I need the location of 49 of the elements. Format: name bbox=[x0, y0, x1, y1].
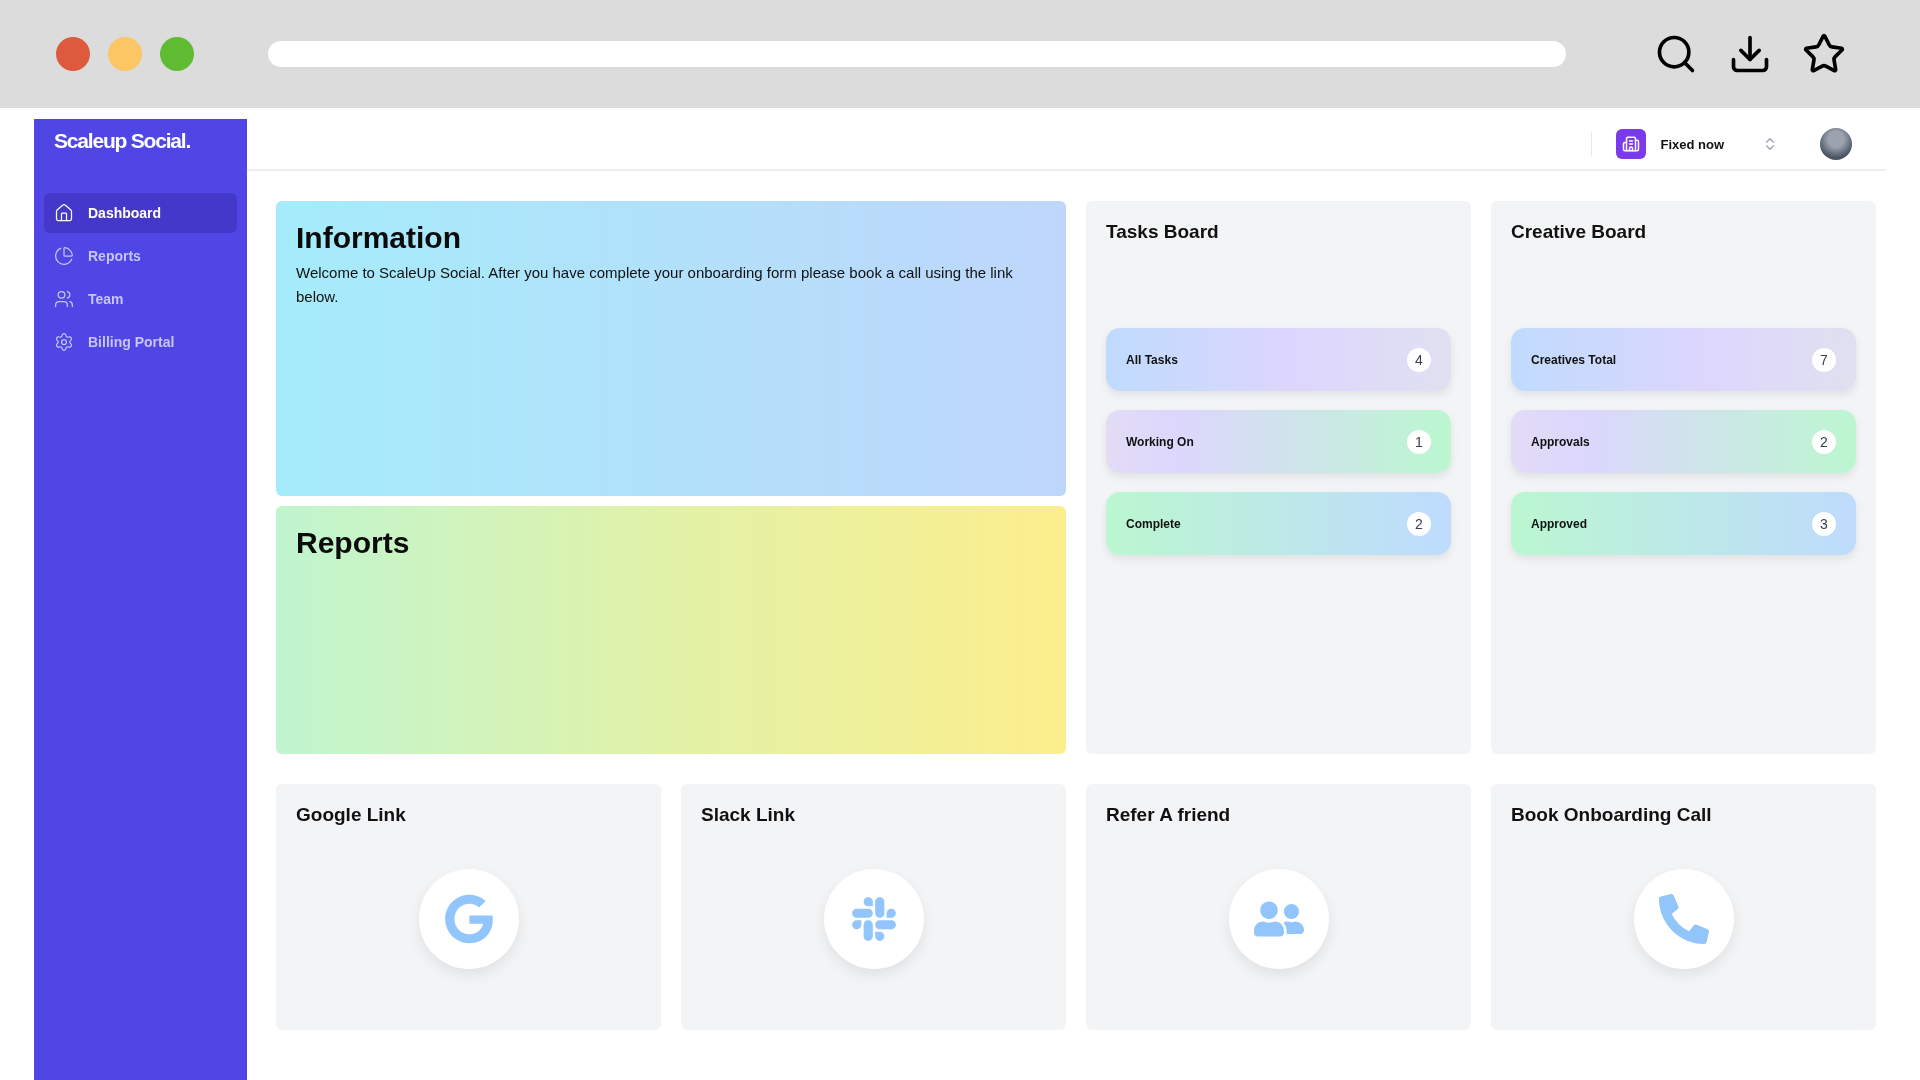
count-badge: 3 bbox=[1812, 511, 1836, 536]
address-bar[interactable] bbox=[268, 41, 1566, 67]
board-row[interactable]: Creatives Total 7 bbox=[1511, 328, 1856, 391]
card-title: Slack Link bbox=[701, 804, 796, 826]
row-label: Approved bbox=[1531, 516, 1587, 531]
board-row[interactable]: All Tasks 4 bbox=[1106, 328, 1451, 391]
count-badge: 2 bbox=[1812, 429, 1836, 454]
minimize-window-icon[interactable] bbox=[108, 37, 142, 71]
board-row[interactable]: Approvals 2 bbox=[1511, 410, 1856, 473]
link-card[interactable]: Book Onboarding Call bbox=[1491, 784, 1876, 1030]
board-row[interactable]: Approved 3 bbox=[1511, 492, 1856, 555]
card-title: Refer A friend bbox=[1106, 804, 1232, 826]
card-title: Google Link bbox=[296, 804, 407, 826]
card-title: Tasks Board bbox=[1106, 221, 1220, 243]
row-label: Complete bbox=[1126, 516, 1181, 531]
avatar[interactable] bbox=[1820, 128, 1852, 160]
logo: Scaleup Social. bbox=[53, 128, 192, 153]
board-row[interactable]: Complete 2 bbox=[1106, 492, 1451, 555]
row-label: Approvals bbox=[1531, 434, 1590, 449]
board-row[interactable]: Working On 1 bbox=[1106, 410, 1451, 473]
count-badge: 7 bbox=[1812, 347, 1836, 372]
count-badge: 4 bbox=[1407, 347, 1431, 372]
sidebar-item[interactable]: Dashboard bbox=[44, 193, 237, 233]
link-card[interactable]: Refer A friend bbox=[1086, 784, 1471, 1030]
workspace-name: Fixed now bbox=[1660, 136, 1724, 152]
count-badge: 1 bbox=[1407, 429, 1431, 454]
google-icon bbox=[443, 894, 494, 944]
row-label: Creatives Total bbox=[1531, 352, 1617, 367]
settings-icon bbox=[54, 332, 74, 352]
close-window-icon[interactable] bbox=[56, 37, 90, 71]
link-card[interactable]: Slack Link bbox=[681, 784, 1066, 1030]
users-icon bbox=[54, 289, 74, 309]
count-badge: 2 bbox=[1407, 511, 1431, 536]
row-label: Working On bbox=[1126, 434, 1194, 449]
home-icon bbox=[54, 203, 74, 223]
pie-chart-icon bbox=[54, 246, 74, 266]
row-label: All Tasks bbox=[1126, 352, 1178, 367]
card-title: Book Onboarding Call bbox=[1511, 804, 1713, 826]
card-title: Reports bbox=[296, 526, 411, 560]
welcome-text: Welcome to ScaleUp Social. After you have complete your onboarding form please book a call using the link below. bbox=[296, 263, 1014, 307]
maximize-window-icon[interactable] bbox=[160, 37, 194, 71]
phone-icon bbox=[1658, 894, 1709, 944]
card-title: Creative Board bbox=[1511, 221, 1648, 243]
link-card[interactable]: Google Link bbox=[276, 784, 661, 1030]
card-title: Information bbox=[296, 221, 462, 255]
building-icon bbox=[1616, 129, 1647, 159]
sidebar-item[interactable]: Reports bbox=[44, 236, 237, 276]
sidebar-item[interactable]: Team bbox=[44, 279, 237, 319]
sidebar-item[interactable]: Billing Portal bbox=[44, 322, 237, 362]
